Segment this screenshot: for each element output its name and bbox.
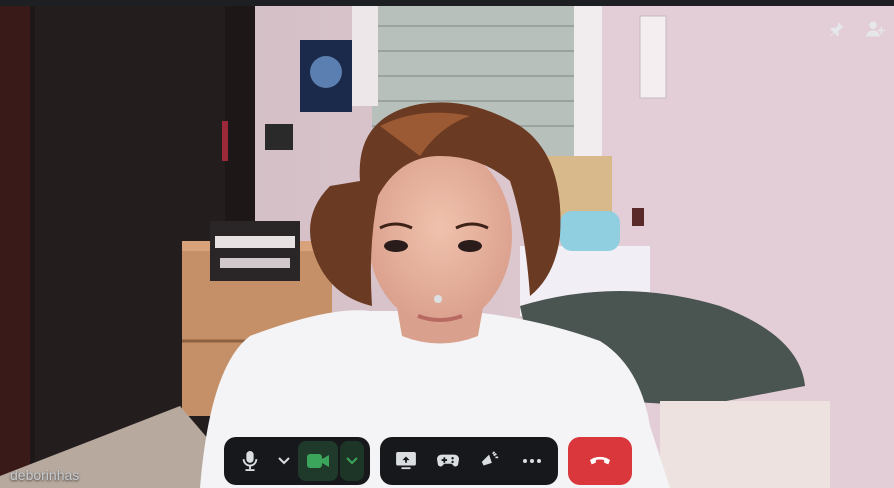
pin-icon[interactable] — [818, 14, 854, 44]
camera-image — [0, 6, 894, 488]
screen-share-icon[interactable] — [386, 441, 426, 481]
video-feed — [0, 6, 894, 488]
top-actions — [818, 14, 894, 44]
soundboard-icon[interactable] — [470, 441, 510, 481]
video-camera-icon[interactable] — [298, 441, 338, 481]
chevron-down-icon[interactable] — [272, 441, 296, 481]
call-controls — [224, 436, 632, 486]
activity-group — [380, 437, 558, 485]
microphone-icon[interactable] — [230, 441, 270, 481]
audio-video-group — [224, 437, 370, 485]
chevron-down-icon[interactable] — [340, 441, 364, 481]
participant-name: deborinhas — [10, 467, 80, 483]
more-options-icon[interactable] — [512, 441, 552, 481]
gamepad-icon[interactable] — [428, 441, 468, 481]
add-user-icon[interactable] — [858, 14, 894, 44]
hang-up-icon[interactable] — [568, 437, 632, 485]
